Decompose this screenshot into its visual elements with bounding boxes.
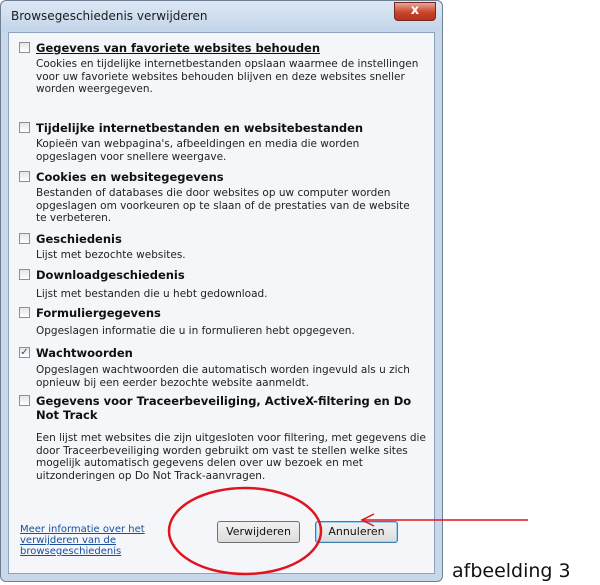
highlight-circle — [167, 486, 323, 576]
figure-caption: afbeelding 3 — [452, 560, 571, 582]
annotation-overlay — [167, 486, 528, 576]
